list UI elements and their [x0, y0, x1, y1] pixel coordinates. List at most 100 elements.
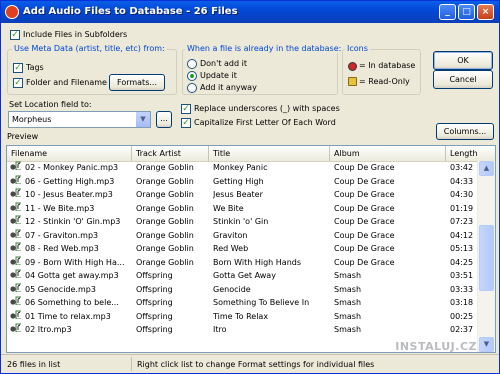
audio-file-icon — [10, 269, 21, 278]
cell-filename: 01 Time to relax.mp3 — [25, 311, 111, 321]
lock-icon — [348, 77, 357, 86]
cell-length: 01:19 — [450, 203, 474, 213]
audio-file-icon — [10, 310, 21, 319]
update-radio[interactable] — [187, 71, 197, 81]
cell-title: Red Web — [213, 244, 249, 253]
cell-album: Coup De Grace — [334, 163, 395, 172]
cell-album: Coup De Grace — [334, 244, 395, 253]
capitalize-label: Capitalize First Letter Of Each Word — [194, 118, 336, 127]
audio-file-icon — [10, 283, 21, 292]
cell-title: Something To Believe In — [213, 298, 310, 307]
cell-filename: 12 - Stinkin 'O' Gin.mp3 — [25, 217, 121, 226]
cell-track-artist: Orange Goblin — [136, 217, 194, 226]
cell-track-artist: Offspring — [136, 311, 173, 321]
cell-filename: 11 - We Bite.mp3 — [25, 203, 95, 213]
preview-list[interactable]: Filename Track Artist Title Album Length… — [6, 145, 496, 353]
scrollbar-thumb[interactable] — [479, 225, 494, 291]
formats-button[interactable]: Formats... — [109, 74, 165, 91]
replace-underscores-checkbox[interactable]: ✓ — [181, 104, 191, 114]
scroll-up-icon[interactable]: ▲ — [479, 161, 494, 176]
cell-length: 07:23 — [450, 217, 474, 226]
table-row[interactable]: 06 Something to bele... Offspring Somethin… — [7, 296, 479, 310]
status-bar: 26 files in list Right click list to cha… — [1, 354, 499, 373]
location-browse-button[interactable]: ... — [156, 111, 172, 128]
cell-album: Coup De Grace — [334, 190, 395, 199]
folder-filename-checkbox[interactable]: ✓ — [13, 78, 23, 88]
scroll-down-icon[interactable]: ▼ — [479, 337, 494, 352]
folder-filename-label: Folder and Filename — [26, 78, 107, 87]
cell-track-artist: Offspring — [136, 271, 173, 280]
tags-checkbox[interactable]: ✓ — [13, 63, 23, 73]
capitalize-checkbox[interactable]: ✓ — [181, 118, 191, 128]
table-row[interactable]: 05 Genocide.mp3 Offspring Genocide Smash 03:… — [7, 283, 479, 297]
table-row[interactable]: 08 - Red Web.mp3 Orange Goblin Red Web Coup… — [7, 242, 479, 256]
cell-track-artist: Offspring — [136, 298, 173, 307]
cell-length: 05:13 — [450, 244, 474, 253]
table-row[interactable]: 04 Gotta get away.mp3 Offspring Gotta Get … — [7, 269, 479, 283]
in-database-icon — [348, 62, 357, 71]
ok-button[interactable]: OK — [433, 51, 493, 70]
column-header-length[interactable]: Length — [446, 146, 495, 161]
table-row[interactable]: 07 - Graviton.mp3 Orange Goblin Graviton Co… — [7, 229, 479, 243]
status-hint: Right click list to change Format settin… — [137, 360, 375, 369]
cell-album: Smash — [334, 298, 362, 307]
table-row[interactable]: 02 - Monkey Panic.mp3 Orange Goblin Monkey… — [7, 161, 479, 175]
table-row[interactable]: 09 - Born With High Ha... Orange Goblin Bo… — [7, 256, 479, 270]
column-header-title[interactable]: Title — [209, 146, 330, 161]
include-subfolders-checkbox[interactable]: ✓ — [10, 30, 20, 40]
watermark-logo: INSTALUJ.CZ — [395, 340, 477, 353]
location-value: Morpheus — [12, 115, 52, 124]
cell-length: 03:18 — [450, 298, 474, 307]
cell-title: Stinkin 'o' Gin — [213, 217, 269, 226]
cell-album: Coup De Grace — [334, 230, 395, 240]
cell-album: Coup De Grace — [334, 203, 395, 213]
columns-button[interactable]: Columns... — [436, 123, 494, 140]
cell-title: We Bite — [213, 203, 244, 213]
audio-file-icon — [10, 256, 21, 265]
title-bar[interactable]: Add Audio Files to Database - 26 Files _… — [1, 1, 499, 23]
audio-file-icon — [10, 323, 21, 332]
cell-length: 03:42 — [450, 163, 474, 172]
add-anyway-label: Add it anyway — [200, 83, 257, 92]
add-anyway-radio[interactable] — [187, 83, 197, 93]
dont-add-radio[interactable] — [187, 59, 197, 69]
cell-track-artist: Orange Goblin — [136, 257, 194, 267]
table-row[interactable]: 11 - We Bite.mp3 Orange Goblin We Bite Coup… — [7, 202, 479, 216]
table-row[interactable]: 06 - Getting High.mp3 Orange Goblin Gettin… — [7, 175, 479, 189]
table-row[interactable]: 01 Time to relax.mp3 Offspring Time To Rel… — [7, 310, 479, 324]
location-combobox[interactable]: Morpheus ▼ — [8, 111, 151, 128]
cell-title: Genocide — [213, 284, 251, 294]
cell-filename: 02 - Monkey Panic.mp3 — [25, 163, 119, 172]
cell-filename: 06 Something to bele... — [25, 298, 119, 307]
table-row[interactable]: 10 - Jesus Beater.mp3 Orange Goblin Jesus … — [7, 188, 479, 202]
cell-length: 04:25 — [450, 257, 474, 267]
cell-title: Graviton — [213, 230, 248, 240]
cell-album: Coup De Grace — [334, 176, 395, 186]
audio-file-icon — [10, 242, 21, 251]
cell-length: 04:12 — [450, 230, 474, 240]
cancel-button[interactable]: Cancel — [433, 70, 493, 89]
cell-album: Smash — [334, 284, 362, 294]
minimize-button[interactable]: _ — [439, 4, 456, 20]
close-button[interactable]: × — [477, 4, 494, 20]
list-header: Filename Track Artist Title Album Length — [7, 146, 495, 162]
update-label: Update it — [200, 71, 237, 80]
cell-filename: 08 - Red Web.mp3 — [25, 244, 99, 253]
cell-filename: 10 - Jesus Beater.mp3 — [25, 190, 113, 199]
cell-length: 00:25 — [450, 311, 474, 321]
table-row[interactable]: 02 Itro.mp3 Offspring Itro Smash 02:37 — [7, 323, 479, 337]
include-subfolders-label: Include Files in Subfolders — [23, 30, 128, 39]
column-header-album[interactable]: Album — [330, 146, 446, 161]
cell-album: Smash — [334, 325, 362, 334]
vertical-scrollbar[interactable]: ▲ ▼ — [477, 161, 495, 352]
audio-file-icon — [10, 215, 21, 224]
table-row[interactable]: 12 - Stinkin 'O' Gin.mp3 Orange Goblin Sti… — [7, 215, 479, 229]
cell-album: Coup De Grace — [334, 257, 395, 267]
cell-length: 02:37 — [450, 325, 474, 334]
column-header-filename[interactable]: Filename — [7, 146, 132, 161]
chevron-down-icon[interactable]: ▼ — [136, 112, 150, 127]
maximize-button[interactable]: □ — [458, 4, 475, 20]
column-header-track-artist[interactable]: Track Artist — [132, 146, 209, 161]
app-icon — [5, 5, 19, 19]
window-title: Add Audio Files to Database - 26 Files — [23, 6, 238, 17]
